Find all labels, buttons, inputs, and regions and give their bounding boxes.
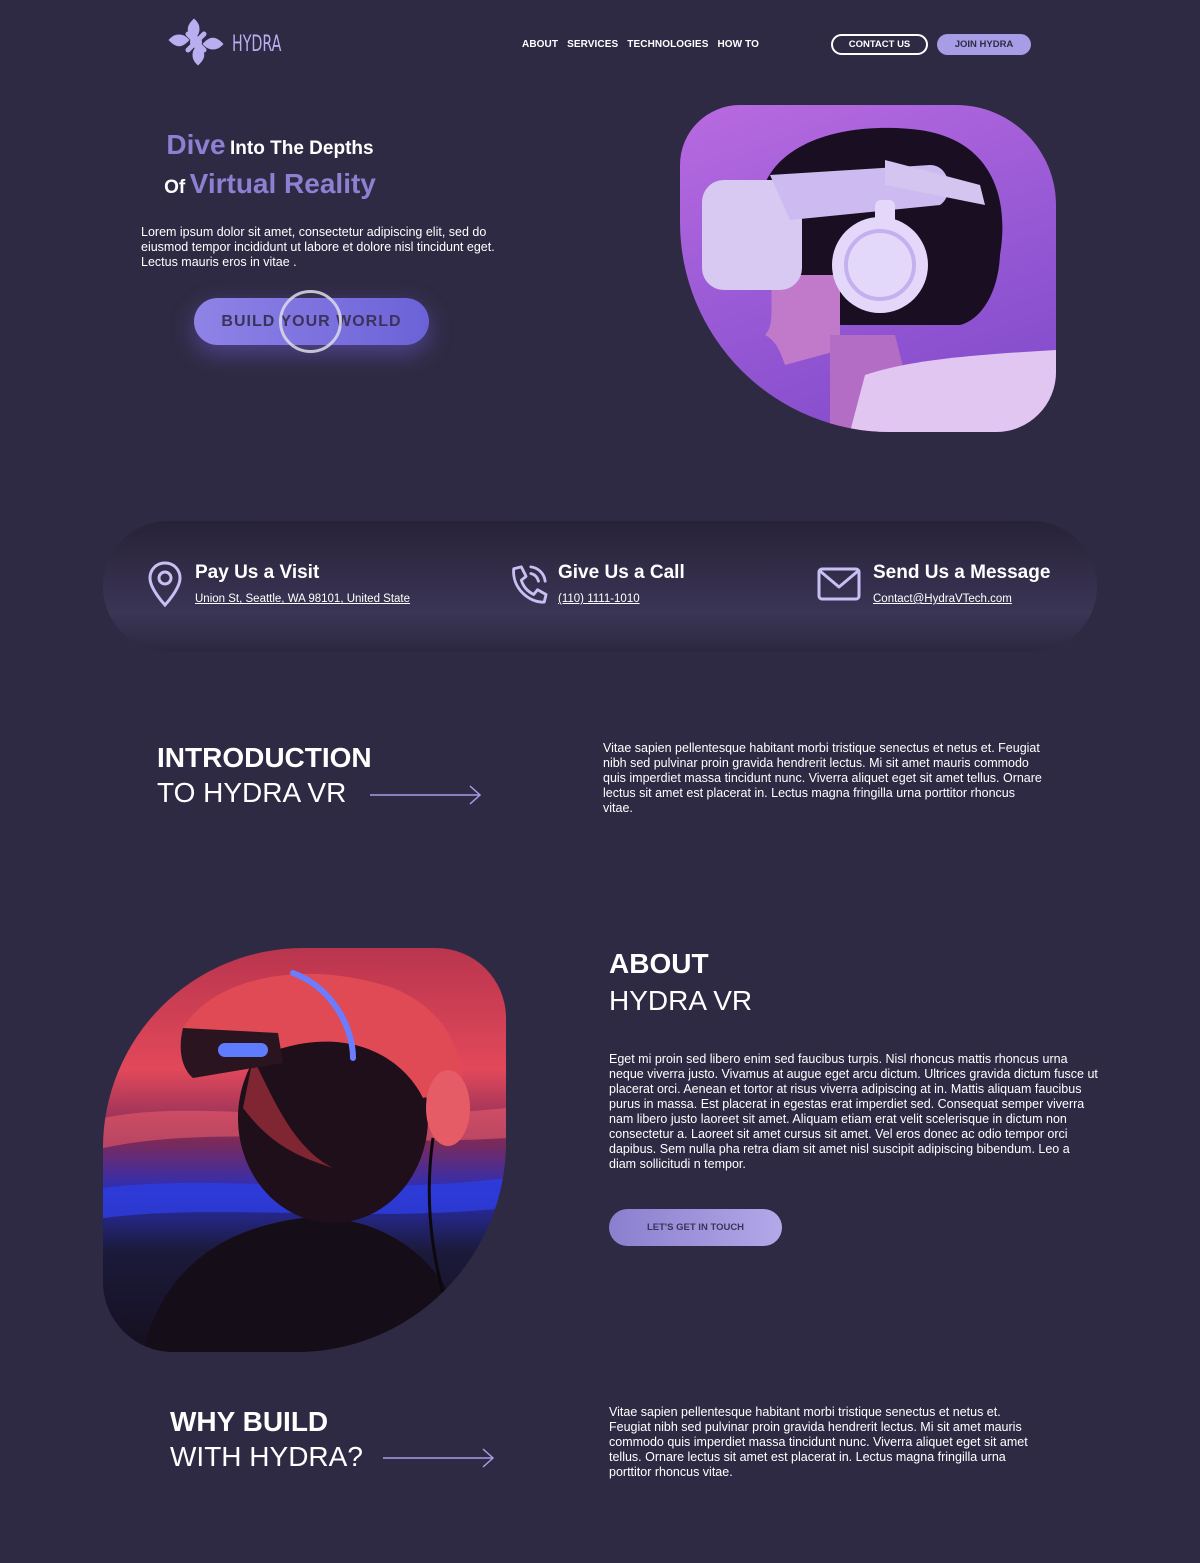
hero-title: Dive Into The Depths Of Virtual Reality: [140, 128, 400, 206]
map-pin-icon: [145, 561, 185, 608]
contact-visit-address[interactable]: Union St, Seattle, WA 98101, United Stat…: [195, 593, 410, 605]
about-heading-bold: ABOUT: [609, 948, 709, 979]
arrow-right-icon: [370, 784, 484, 811]
logo[interactable]: HYDRA: [168, 18, 301, 71]
contact-visit-title: Pay Us a Visit: [195, 562, 320, 583]
contact-message-email[interactable]: Contact@HydraVTech.com: [873, 593, 1050, 605]
about-heading-light: HYDRA VR: [609, 985, 753, 1016]
nav-services[interactable]: SERVICES: [567, 39, 618, 50]
arrow-right-icon: [383, 1447, 497, 1474]
phone-icon: [508, 561, 548, 607]
about-vr-image: [103, 948, 506, 1352]
contact-message-title: Send Us a Message: [873, 562, 1051, 583]
why-heading-bold: WHY BUILD: [170, 1406, 329, 1437]
hero-title-of: Of: [164, 177, 186, 198]
hero-vr-headset-image: [680, 105, 1056, 432]
why-text: Vitae sapien pellentesque habitant morbi…: [609, 1405, 1028, 1479]
intro-text: Vitae sapien pellentesque habitant morbi…: [603, 741, 1042, 815]
hero-title-vr: Virtual Reality: [189, 168, 376, 199]
contact-message: Send Us a Message Contact@HydraVTech.com: [815, 561, 1050, 607]
contact-visit: Pay Us a Visit Union St, Seattle, WA 981…: [145, 561, 410, 608]
mail-icon: [815, 561, 863, 607]
contact-call-phone[interactable]: (110) 1111-1010: [558, 593, 685, 605]
logo-text: HYDRA: [232, 32, 282, 57]
hero-title-dive: Dive: [166, 129, 226, 160]
nav-about[interactable]: ABOUT: [522, 39, 558, 50]
join-hydra-button[interactable]: JOIN HYDRA: [937, 34, 1031, 55]
nav-technologies[interactable]: TECHNOLOGIES: [627, 39, 708, 50]
logo-mark-icon: [168, 18, 224, 71]
intro-heading-bold: INTRODUCTION: [157, 742, 372, 773]
intro-heading-light: TO HYDRA VR: [157, 777, 347, 808]
about-text: Eget mi proin sed libero enim sed faucib…: [609, 1052, 1098, 1171]
nav-how-to[interactable]: HOW TO: [717, 39, 759, 50]
contact-call-title: Give Us a Call: [558, 562, 685, 583]
main-nav: ABOUT SERVICES TECHNOLOGIES HOW TO: [522, 39, 759, 50]
contact-us-button[interactable]: CONTACT US: [831, 34, 928, 55]
why-heading-light: WITH HYDRA?: [170, 1441, 363, 1472]
get-in-touch-button[interactable]: LET'S GET IN TOUCH: [609, 1209, 782, 1246]
cursor-ring-icon: [279, 290, 342, 353]
contact-strip: Pay Us a Visit Union St, Seattle, WA 981…: [103, 521, 1097, 652]
contact-call: Give Us a Call (110) 1111-1010: [508, 561, 685, 607]
hero-description: Lorem ipsum dolor sit amet, consectetur …: [141, 225, 495, 269]
hero-title-depths: Into The Depths: [230, 138, 374, 159]
